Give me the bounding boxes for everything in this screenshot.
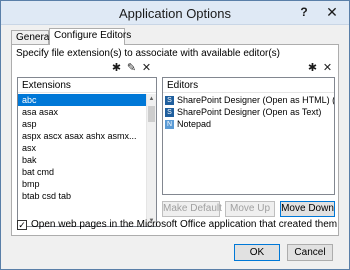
open-in-office-label: Open web pages in the Microsoft Office a… — [31, 219, 338, 230]
extensions-scrollbar[interactable]: ▲ ▼ — [146, 94, 156, 226]
editor-item-label: SharePoint Designer (Open as Text) — [177, 107, 322, 117]
close-icon[interactable]: ✕ — [323, 4, 341, 20]
editors-list[interactable]: Editors S SharePoint Designer (Open as H… — [162, 77, 335, 195]
extensions-rows: abc asa asax asp aspx ascx asax ashx asm… — [18, 94, 146, 202]
sharepoint-designer-icon: S — [165, 107, 174, 117]
make-default-button[interactable]: Make Default — [162, 201, 222, 217]
extension-item[interactable]: asx — [18, 142, 146, 154]
cancel-button[interactable]: Cancel — [287, 244, 333, 261]
tab-configure-editors[interactable]: Configure Editors — [49, 28, 131, 45]
ok-button[interactable]: OK — [234, 244, 280, 261]
open-in-office-option[interactable]: ✓ Open web pages in the Microsoft Office… — [17, 219, 337, 230]
extension-item[interactable]: asa asax — [18, 106, 146, 118]
application-options-dialog: Application Options ? ✕ General Configur… — [0, 0, 350, 270]
editor-item-sharepoint-html[interactable]: S SharePoint Designer (Open as HTML) (D.… — [163, 94, 334, 106]
notepad-icon: N — [165, 119, 174, 129]
instruction-text: Specify file extension(s) to associate w… — [16, 48, 281, 59]
tab-general[interactable]: General — [11, 30, 52, 45]
extension-item-abc[interactable]: abc — [18, 94, 146, 106]
extension-item[interactable]: bak — [18, 154, 146, 166]
extension-item[interactable]: bmp — [18, 178, 146, 190]
help-icon[interactable]: ? — [295, 4, 313, 20]
editors-header: Editors — [163, 78, 334, 93]
delete-extension-icon[interactable]: ✕ — [140, 62, 153, 75]
extension-item[interactable]: bat cmd — [18, 166, 146, 178]
move-down-button[interactable]: Move Down — [280, 201, 335, 217]
extension-item[interactable]: btab csd tab — [18, 190, 146, 202]
configure-editors-panel: Specify file extension(s) to associate w… — [11, 44, 339, 236]
new-extension-icon[interactable]: ✱ — [110, 62, 123, 75]
editor-item-sharepoint-text[interactable]: S SharePoint Designer (Open as Text) — [163, 106, 334, 118]
new-editor-icon[interactable]: ✱ — [306, 62, 319, 75]
scroll-up-icon[interactable]: ▲ — [147, 94, 156, 104]
editor-item-label: SharePoint Designer (Open as HTML) (D... — [177, 95, 334, 105]
move-up-button[interactable]: Move Up — [225, 201, 275, 217]
editor-item-label: Notepad — [177, 119, 212, 129]
edit-extension-icon[interactable]: ✎ — [125, 62, 138, 75]
sharepoint-designer-icon: S — [165, 95, 174, 105]
editors-rows: S SharePoint Designer (Open as HTML) (D.… — [163, 94, 334, 130]
extension-item[interactable]: aspx ascx asax ashx asmx... — [18, 130, 146, 142]
title-bar: Application Options ? ✕ — [1, 1, 349, 25]
open-in-office-checkbox[interactable]: ✓ — [17, 219, 27, 230]
editor-item-notepad[interactable]: N Notepad — [163, 118, 334, 130]
extensions-list[interactable]: Extensions abc asa asax asp aspx ascx as… — [17, 77, 157, 227]
extension-item[interactable]: asp — [18, 118, 146, 130]
delete-editor-icon[interactable]: ✕ — [321, 62, 334, 75]
scroll-thumb[interactable] — [148, 106, 155, 122]
extensions-header: Extensions — [18, 78, 156, 93]
